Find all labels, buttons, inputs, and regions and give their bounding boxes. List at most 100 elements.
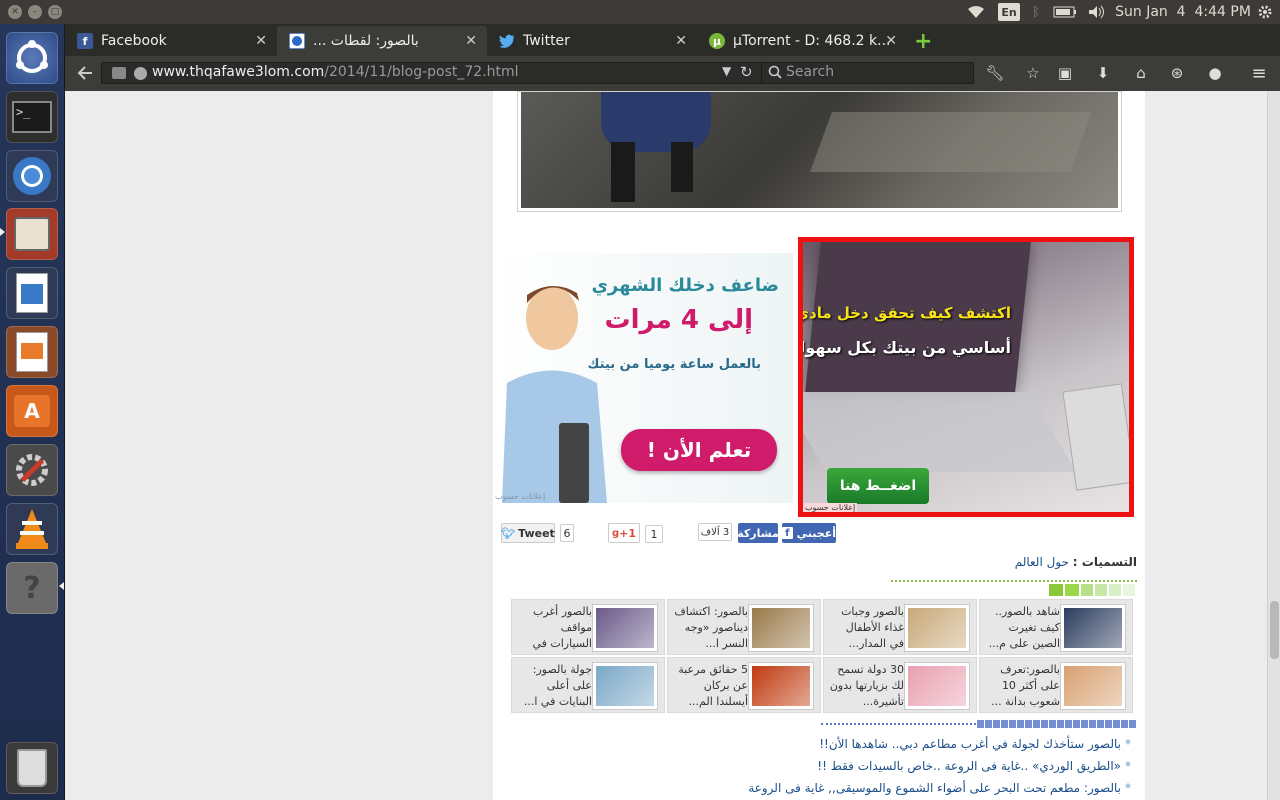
trash-icon[interactable] <box>6 742 58 794</box>
back-arrow-icon[interactable] <box>75 63 95 83</box>
bookmark-star-icon[interactable]: ☆ <box>1023 63 1043 83</box>
facebook-share-button[interactable]: مشاركة <box>737 523 779 543</box>
twitter-icon <box>499 33 515 49</box>
related-post-item[interactable]: بالصور: اكتشاف ديناصور «وجه النسر ا... <box>667 599 821 655</box>
related-post-thumbnail[interactable] <box>748 662 814 710</box>
clipboard-icon[interactable]: ▣ <box>1055 63 1075 83</box>
tweet-button[interactable]: 🐦︎ Tweet <box>501 523 555 543</box>
ad-right-line1: اكتشف كيف تحقق دخل مادي <box>798 304 1011 322</box>
ad-right-tag[interactable]: إعلانات حسوب <box>803 503 858 512</box>
related-post-thumbnail[interactable] <box>748 604 814 652</box>
related-post-thumbnail[interactable] <box>592 662 658 710</box>
related-post-title[interactable]: 5 حقائق مرعبة عن بركان أيسلندا الم... <box>672 662 748 712</box>
tab-facebook[interactable]: f Facebook ✕ <box>65 26 277 56</box>
related-post-title[interactable]: بالصور: اكتشاف ديناصور «وجه النسر ا... <box>672 604 748 654</box>
url-dropdown-icon[interactable]: ▼ <box>722 64 731 78</box>
url-bar[interactable]: www.thqafawe3lom.com/2014/11/blog-post_7… <box>101 62 821 84</box>
related-post-thumbnail[interactable] <box>904 662 970 710</box>
related-post-title[interactable]: جولة بالصور: على أعلى البنايات في ا... <box>516 662 592 712</box>
ad-left-cta-button[interactable]: تعلم الأن ! <box>621 429 777 471</box>
wifi-icon[interactable] <box>966 3 986 21</box>
maximize-window-icon[interactable]: □ <box>48 5 62 19</box>
software-center-icon[interactable]: A <box>6 385 58 437</box>
page-info-icon[interactable] <box>112 67 126 79</box>
navigation-bar: www.thqafawe3lom.com/2014/11/blog-post_7… <box>65 56 1280 91</box>
related-header-bars <box>1049 584 1137 596</box>
gplus-button[interactable]: g +1 <box>608 523 640 543</box>
ubuntu-dash-icon[interactable] <box>6 32 58 84</box>
related-post-thumbnail[interactable] <box>1060 604 1126 652</box>
search-box[interactable]: Search <box>761 62 974 84</box>
clock[interactable]: Sun Jan 4 4:44 PM <box>1115 3 1251 21</box>
file-manager-icon[interactable] <box>6 208 58 260</box>
tab-active-article[interactable]: بالصور: لقطات ... ✕ <box>277 26 487 56</box>
new-tab-button[interactable]: + <box>910 26 936 56</box>
battery-icon[interactable] <box>1052 3 1078 21</box>
related-post-item[interactable]: بالصور وجبات غذاء الأطفال في المدار... <box>823 599 977 655</box>
ad-right-cta-button[interactable]: اضغــط هنا <box>827 468 929 504</box>
close-tab-icon[interactable]: ✕ <box>255 33 267 49</box>
reload-icon[interactable]: ↻ <box>740 63 753 81</box>
like-label: أعجبني <box>796 526 836 540</box>
system-settings-icon[interactable] <box>6 444 58 496</box>
related-post-item[interactable]: جولة بالصور: على أعلى البنايات في ا... <box>511 657 665 713</box>
ad-banner-left[interactable]: ضاعف دخلك الشهري إلى 4 مرات بالعمل ساعة … <box>493 253 793 503</box>
related-post-item[interactable]: بالصور أغرب مواقف السيارات في العال... <box>511 599 665 655</box>
facebook-like-button[interactable]: أعجبني f <box>782 523 836 543</box>
download-icon[interactable]: ⬇ <box>1093 63 1113 83</box>
related-post-thumbnail[interactable] <box>1060 662 1126 710</box>
top-panel: ✕ – □ En ᛒ Sun Jan 4 4:44 PM <box>0 0 1280 24</box>
close-tab-icon[interactable]: ✕ <box>465 33 477 49</box>
chat-icon[interactable]: ● <box>1205 63 1225 83</box>
ad-left-tag[interactable]: إعلانات حسوب <box>495 492 545 501</box>
related-post-item[interactable]: بالصور:تعرف على أكثر 10 شعوب بدانة ... <box>979 657 1133 713</box>
running-indicator <box>0 228 5 236</box>
volume-icon[interactable] <box>1086 3 1108 21</box>
minimize-window-icon[interactable]: – <box>28 5 42 19</box>
chromium-icon[interactable] <box>6 150 58 202</box>
star-bullet-icon: * <box>1125 781 1131 795</box>
wrench-icon[interactable]: 🔧︎ <box>985 63 1005 83</box>
gplus-label: +1 <box>619 526 637 540</box>
label-link[interactable]: حول العالم <box>1015 555 1069 569</box>
related-post-item[interactable]: شاهد بالصور.. كيف تغيرت الصين على م... <box>979 599 1133 655</box>
launcher-expand-indicator <box>59 582 64 590</box>
bluetooth-icon[interactable]: ᛒ <box>1028 3 1044 21</box>
labels-title: التسميات : <box>1072 555 1137 569</box>
related-post-item[interactable]: 5 حقائق مرعبة عن بركان أيسلندا الم... <box>667 657 821 713</box>
tab-utorrent[interactable]: µ µTorrent - D: 468.2 k... ✕ <box>697 26 907 56</box>
close-tab-icon[interactable]: ✕ <box>675 33 687 49</box>
vlc-icon[interactable] <box>6 503 58 555</box>
related-post-title[interactable]: بالصور:تعرف على أكثر 10 شعوب بدانة ... <box>984 662 1060 712</box>
close-window-icon[interactable]: ✕ <box>8 5 22 19</box>
related-post-title[interactable]: 30 دولة تسمح لك بزيارتها بدون تأشيرة... <box>828 662 904 712</box>
related-post-thumbnail[interactable] <box>592 604 658 652</box>
session-gear-icon[interactable] <box>1256 3 1274 21</box>
help-icon[interactable]: ? <box>6 562 58 614</box>
tab-label: Twitter <box>523 33 570 49</box>
home-icon[interactable]: ⌂ <box>1131 63 1151 83</box>
unity-launcher: >_ A ? <box>0 24 65 800</box>
related-link[interactable]: * بالصور: مطعم تحت البحر على أضواء الشموع… <box>748 781 1131 795</box>
related-link[interactable]: * بالصور ستأخذك لجولة في أغرب مطاعم دبي..… <box>819 737 1131 751</box>
search-placeholder: Search <box>786 64 835 80</box>
ad-banner-right[interactable]: اكتشف كيف تحقق دخل مادي أساسي من بيتك بك… <box>798 237 1134 517</box>
addon-icon[interactable]: ⊛ <box>1167 63 1187 83</box>
writer-icon[interactable] <box>6 267 58 319</box>
menu-icon[interactable]: ≡ <box>1249 63 1269 84</box>
search-icon <box>768 65 782 83</box>
related-post-title[interactable]: بالصور وجبات غذاء الأطفال في المدار... <box>828 604 904 654</box>
scrollbar-thumb[interactable] <box>1270 601 1279 659</box>
twitter-bird-icon: 🐦︎ <box>501 526 516 540</box>
related-post-thumbnail[interactable] <box>904 604 970 652</box>
related-link[interactable]: * «الطريق الوردي» ..غاية فى الروعة ..خاص … <box>817 759 1131 773</box>
terminal-icon[interactable]: >_ <box>6 91 58 143</box>
impress-icon[interactable] <box>6 326 58 378</box>
page-scrollbar[interactable] <box>1267 91 1280 800</box>
keyboard-layout-indicator[interactable]: En <box>998 3 1020 21</box>
related-post-item[interactable]: 30 دولة تسمح لك بزيارتها بدون تأشيرة... <box>823 657 977 713</box>
related-post-title[interactable]: بالصور أغرب مواقف السيارات في العال... <box>516 604 592 654</box>
tab-twitter[interactable]: Twitter ✕ <box>487 26 697 56</box>
close-tab-icon[interactable]: ✕ <box>885 33 897 49</box>
related-post-title[interactable]: شاهد بالصور.. كيف تغيرت الصين على م... <box>984 604 1060 654</box>
